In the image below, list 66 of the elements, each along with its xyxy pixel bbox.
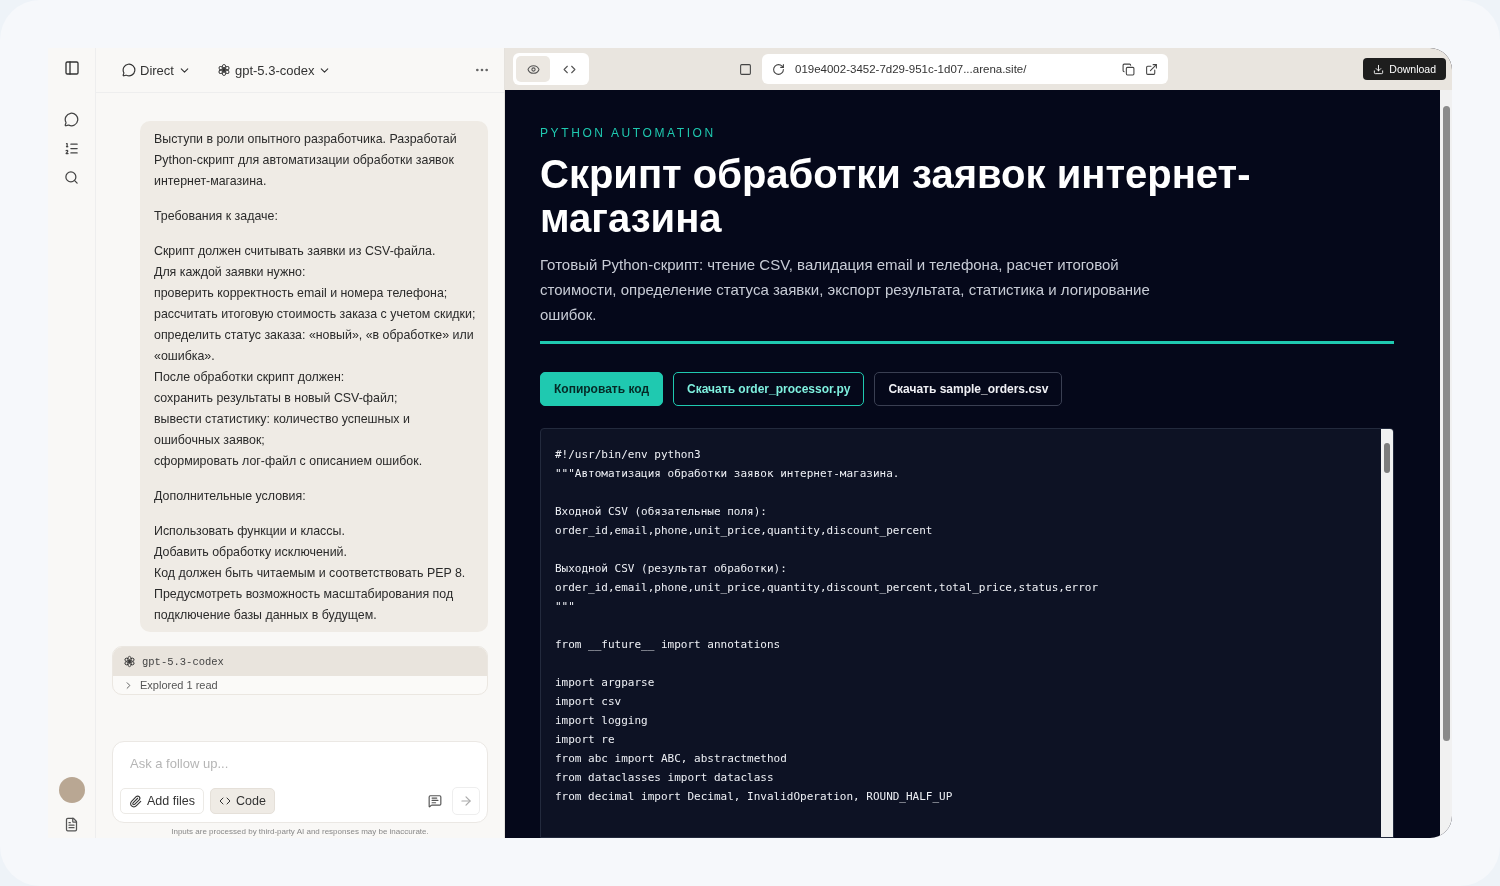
copy-icon[interactable] [1122,62,1135,76]
code-icon [218,795,231,807]
model-logo-icon [216,63,231,77]
viewport-icon[interactable] [739,62,752,76]
paperclip-icon [129,794,142,808]
explored-step[interactable]: Explored 1 read [113,676,487,694]
code-line: order_id,email,phone,unit_price,quantity,discount_percent [555,523,934,539]
code-line: import logging [555,713,649,729]
composer-button[interactable]: Add files [120,788,204,814]
external-link-icon[interactable] [1145,62,1158,76]
composer-field[interactable]: Ask a follow up... Add files Code [112,741,488,823]
copy-code-button[interactable]: Копировать код [540,372,664,406]
code-line: """Автоматизация обработки заявок интернет-магазина. [555,466,901,482]
download-button[interactable]: Download [1363,58,1446,80]
download-file-button[interactable]: Скачать sample_orders.csv [874,372,1063,406]
follow-up-input[interactable]: Ask a follow up... [120,752,480,775]
page-subtitle: Готовый Python-скрипт: чтение CSV, валидация email и телефона, расчет итоговой стоимости, определение статуса заявки, экспорт результата, статистика и логирование ошибок. [540,255,1151,325]
composer-button[interactable]: Code [209,788,275,814]
disclaimer-text: Inputs are processed by third-party AI and responses may be inaccurate. [170,826,430,838]
message-text: Для каждой заявки нужно: [154,264,307,281]
url-bar[interactable]: 019e4002-3452-7d29-951c-1d07...arena.site/ [762,54,1168,84]
code-line: #!/usr/bin/env python3 [555,447,702,463]
download-file-button[interactable]: Скачать order_processor.py [673,372,865,406]
message-text: сформировать лог-файл с описанием ошибок. [154,453,424,470]
reload-icon[interactable] [772,62,785,76]
code-line: Выходной CSV (результат обработки): [555,561,788,577]
mode-dropdown[interactable]: Direct [122,62,191,78]
message-text: После обработки скрипт должен: [154,369,346,386]
code-line: order_id,email,phone,unit_price,quantity,discount_percent,total_price,status,error [555,580,1100,596]
message-text: Дополнительные условия: [154,488,307,505]
sidebar-toggle-icon[interactable] [63,60,80,76]
message-text: Добавить обработку исключений. [154,544,348,561]
list-icon[interactable] [64,141,79,156]
message-text: Выступи в роли опытного разработчика. Разработай Python-скрипт для автоматизации обработки заявок интернет-магазина. [154,131,458,190]
code-line: from abc import ABC, abstractmethod [555,751,788,767]
page-title: Скрипт обработки заявок интернет-магазина [540,152,1252,240]
document-icon[interactable] [64,817,79,832]
code-line: from __future__ import annotations [555,637,782,653]
model-name: gpt-5.3-codex [142,655,224,668]
search-icon[interactable] [64,170,79,185]
code-line: from decimal import Decimal, InvalidOperation, ROUND_HALF_UP [555,789,954,805]
message-text: Предусмотреть возможность масштабирования под подключение базы данных в будущем. [154,586,455,624]
code-scrollbar[interactable] [1381,429,1393,837]
eye-icon [526,62,540,76]
eyebrow-label: PYTHON AUTOMATION [540,126,717,140]
new-chat-icon[interactable] [64,112,79,127]
message-text: Требования к задаче: [154,208,279,225]
code-line: import argparse [555,675,656,691]
message-text: сохранить результаты в новый CSV-файл; [154,390,399,407]
message-text: Использовать функции и классы. [154,523,346,540]
message-text: Скрипт должен считывать заявки из CSV-файла. [154,243,437,260]
model-dropdown[interactable]: gpt-5.3-codex [216,62,332,78]
message-text: рассчитать итоговую стоимость заказа с учетом скидки; [154,306,476,323]
code-line: """ [555,599,576,615]
code-line: from dataclasses import dataclass [555,770,775,786]
code-line: import re [555,732,616,748]
message-text: Код должен быть читаемым и соответствовать PEP 8. [154,565,467,582]
download-icon [1373,63,1385,75]
preview-tab[interactable] [516,56,550,82]
model-logo-icon [123,655,136,668]
chat-bubble-icon [122,63,136,77]
code-line: Входной CSV (обязательные поля): [555,504,768,520]
code-line: import csv [555,694,623,710]
message-text: вывести статистику: количество успешных и ошибочных заявок; [154,411,411,449]
message-text: определить статус заказа: «новый», «в обработке» или «ошибка». [154,327,475,365]
message-text: проверить корректность email и номера телефона; [154,285,449,302]
